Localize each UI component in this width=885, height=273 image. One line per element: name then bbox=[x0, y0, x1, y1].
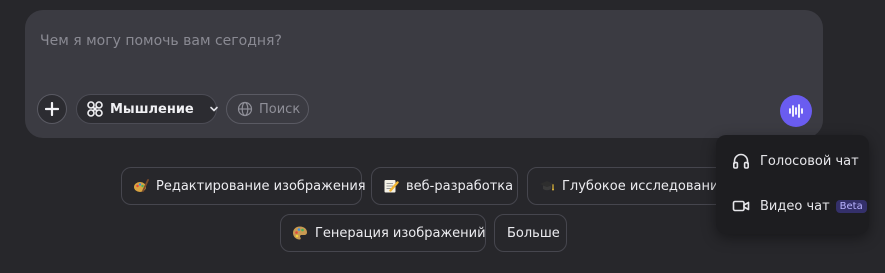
search-label: Поиск bbox=[259, 101, 301, 117]
palette-brush-icon bbox=[133, 178, 149, 194]
suggestion-label: Генерация изображений bbox=[315, 225, 486, 241]
suggestion-image-generation[interactable]: Генерация изображений bbox=[280, 214, 486, 252]
suggestion-label: веб-разработка bbox=[406, 178, 514, 194]
thinking-icon bbox=[86, 100, 104, 118]
suggestion-label: Глубокое исследование bbox=[562, 178, 727, 194]
suggestion-label: Больше bbox=[507, 225, 560, 241]
search-toggle-button[interactable]: Поиск bbox=[226, 94, 309, 124]
palette-icon bbox=[292, 225, 308, 241]
video-camera-icon bbox=[732, 197, 750, 215]
voice-menu: Голосовой чат Видео чат Beta bbox=[716, 135, 869, 234]
chevron-down-icon[interactable] bbox=[208, 103, 220, 115]
suggestion-label: Редактирование изображения bbox=[156, 178, 366, 194]
globe-icon bbox=[237, 101, 253, 117]
suggestion-deep-research[interactable]: Глубокое исследование bbox=[527, 167, 726, 205]
memo-pencil-icon bbox=[383, 178, 399, 194]
headphones-icon bbox=[732, 152, 750, 170]
waveform-icon bbox=[789, 104, 803, 118]
graduation-cap-icon bbox=[539, 178, 555, 194]
voice-button[interactable] bbox=[780, 95, 812, 127]
beta-badge: Beta bbox=[835, 199, 867, 213]
menu-item-voice-chat[interactable]: Голосовой чат bbox=[716, 141, 869, 181]
thinking-mode-button[interactable]: Мышление bbox=[76, 94, 220, 124]
menu-item-label: Видео чат bbox=[760, 198, 830, 214]
suggestion-web-development[interactable]: веб-разработка bbox=[371, 167, 518, 205]
suggestion-more[interactable]: Больше bbox=[494, 214, 567, 252]
menu-item-video-chat[interactable]: Видео чат Beta bbox=[716, 186, 869, 226]
suggestion-image-editing[interactable]: Редактирование изображения bbox=[121, 167, 366, 205]
plus-icon bbox=[45, 102, 59, 116]
menu-item-label: Голосовой чат bbox=[760, 153, 859, 169]
thinking-label: Мышление bbox=[110, 101, 194, 117]
add-attachment-button[interactable] bbox=[37, 94, 67, 124]
composer: Мышление Поиск bbox=[25, 10, 823, 138]
prompt-input[interactable] bbox=[40, 31, 780, 51]
